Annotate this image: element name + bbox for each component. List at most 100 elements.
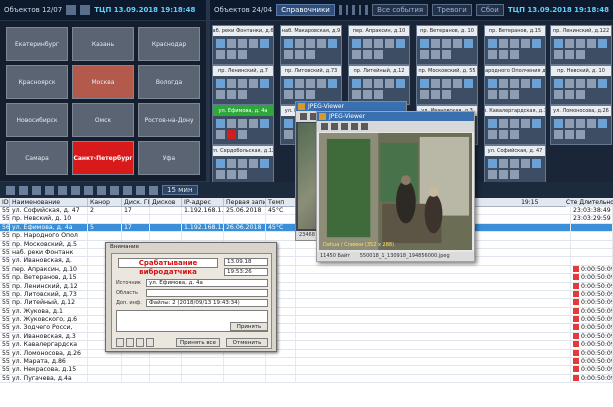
sensor-icon[interactable] [420, 39, 429, 48]
forward-icon[interactable] [149, 185, 158, 195]
sensor-icon[interactable] [488, 90, 497, 99]
sensor-icon[interactable] [488, 159, 497, 168]
sensor-icon[interactable] [554, 90, 563, 99]
sensor-icon[interactable] [453, 39, 462, 48]
sensor-icon[interactable] [554, 130, 563, 139]
object-tile[interactable]: ул. Софийская, д. 47 [484, 145, 546, 185]
sensor-icon[interactable] [431, 50, 440, 59]
filter-all-events[interactable]: Все события [372, 4, 429, 16]
column-header[interactable]: ID [0, 198, 10, 206]
jpeg-viewer-2[interactable]: JPEG-Viewer Dahua / Сливки (352 x 288) 1… [316, 111, 475, 262]
sensor-icon[interactable] [499, 170, 508, 179]
sensor-icon[interactable] [352, 79, 361, 88]
sensor-icon[interactable] [328, 39, 337, 48]
sensor-icon[interactable] [488, 39, 497, 48]
copy-icon[interactable] [351, 123, 358, 130]
sensor-icon[interactable] [532, 119, 541, 128]
sensor-icon[interactable] [260, 39, 269, 48]
sensor-icon[interactable] [532, 39, 541, 48]
sensor-icon[interactable] [284, 39, 293, 48]
viewer2-title[interactable]: JPEG-Viewer [317, 112, 474, 121]
save-icon[interactable] [331, 123, 338, 130]
sensor-icon[interactable] [565, 50, 574, 59]
menu-icon[interactable] [338, 5, 342, 15]
sensor-icon[interactable] [238, 130, 247, 139]
sensor-icon[interactable] [306, 79, 315, 88]
sensor-icon[interactable] [442, 39, 451, 48]
sensor-icon[interactable] [238, 39, 247, 48]
sensor-icon[interactable] [442, 90, 451, 99]
object-tile[interactable]: пр. Литейный, д.12 [348, 65, 410, 105]
sensor-icon[interactable] [352, 39, 361, 48]
print-icon[interactable] [58, 185, 67, 195]
table-row[interactable]: 550032ул. Кавалергардска 0:00:50:09 [0, 341, 613, 350]
sensor-icon[interactable] [238, 170, 247, 179]
column-header[interactable]: Темп [266, 198, 296, 206]
sensor-icon[interactable] [216, 79, 225, 88]
sensor-icon[interactable] [576, 130, 585, 139]
sensor-icon[interactable] [306, 39, 315, 48]
object-tile[interactable]: ул. Ломоносова, д.26 [550, 105, 612, 145]
interval-select[interactable]: 15 мин [162, 185, 198, 195]
city-button[interactable]: Омск [72, 103, 134, 137]
sensor-icon[interactable] [363, 90, 372, 99]
sensor-icon[interactable] [499, 130, 508, 139]
open-icon[interactable] [300, 113, 307, 120]
sensor-icon[interactable] [510, 159, 519, 168]
table-row[interactable]: 550021наб. реки Фонтанк [0, 248, 613, 258]
table-row[interactable]: 550030ул. Зодчего Росси, 0:00:50:09 [0, 324, 613, 333]
sensor-icon[interactable] [385, 39, 394, 48]
object-tile[interactable]: пр. Литовский, д.73 [280, 65, 342, 105]
object-tile[interactable]: ул. Сердобольская, д.12 [212, 145, 274, 185]
sensor-icon[interactable] [396, 79, 405, 88]
table-row[interactable]: 550024пр. Ветеранов, д.15 0:00:50:09 [0, 274, 613, 283]
sensor-icon[interactable] [598, 79, 607, 88]
table-row[interactable]: 550022ул. Ивановская, д. [0, 257, 613, 266]
sensor-icon[interactable] [521, 79, 530, 88]
city-button[interactable]: Новосибирск [6, 103, 68, 137]
sensor-icon[interactable] [453, 79, 462, 88]
apply-button[interactable]: Принять [230, 322, 268, 331]
sensor-icon[interactable] [565, 79, 574, 88]
sensor-icon[interactable] [295, 39, 304, 48]
sensor-icon[interactable] [227, 170, 236, 179]
city-button[interactable]: Краснодар [138, 27, 200, 61]
sensor-icon[interactable] [216, 170, 225, 179]
export-icon[interactable] [45, 185, 54, 195]
city-button[interactable]: Самара [6, 141, 68, 175]
sensor-icon[interactable] [488, 170, 497, 179]
sort-icon[interactable] [32, 185, 41, 195]
sensor-icon[interactable] [374, 39, 383, 48]
sensor-icon[interactable] [565, 90, 574, 99]
sensor-icon[interactable] [328, 79, 337, 88]
sensor-icon[interactable] [532, 159, 541, 168]
sensor-icon[interactable] [464, 79, 473, 88]
column-header[interactable]: Первая запись [224, 198, 266, 206]
table-row[interactable]: 550027пр. Литейный, д.12 0:00:50:09 [0, 299, 613, 308]
sensor-icon[interactable] [587, 119, 596, 128]
sensor-icon[interactable] [216, 90, 225, 99]
info-icon[interactable] [66, 5, 77, 15]
sensor-icon[interactable] [431, 79, 440, 88]
sensor-icon[interactable] [420, 79, 429, 88]
sensor-icon[interactable] [227, 50, 236, 59]
sensor-icon[interactable] [587, 39, 596, 48]
clock-icon[interactable] [123, 185, 132, 195]
city-button[interactable]: Ростов-на-Дону [138, 103, 200, 137]
cancel-button[interactable]: Отменить [226, 338, 268, 347]
refresh-icon[interactable] [352, 5, 355, 15]
sensor-icon[interactable] [216, 130, 225, 139]
print-icon[interactable] [341, 123, 348, 130]
column-header[interactable]: Диск. ГЕ [122, 198, 150, 206]
accept-all-button[interactable]: Принять все [176, 338, 220, 347]
sensor-icon[interactable] [374, 50, 383, 59]
city-button[interactable]: Екатеринбург [6, 27, 68, 61]
sensor-icon[interactable] [499, 79, 508, 88]
sensor-icon[interactable] [227, 130, 236, 139]
filter-alarms[interactable]: Тревоги [432, 4, 472, 16]
sensor-icon[interactable] [238, 50, 247, 59]
object-tile[interactable]: пр. Ветеранов, д. 10 [416, 25, 478, 65]
sensor-icon[interactable] [499, 50, 508, 59]
columns-icon[interactable] [6, 185, 15, 195]
sensor-icon[interactable] [488, 119, 497, 128]
